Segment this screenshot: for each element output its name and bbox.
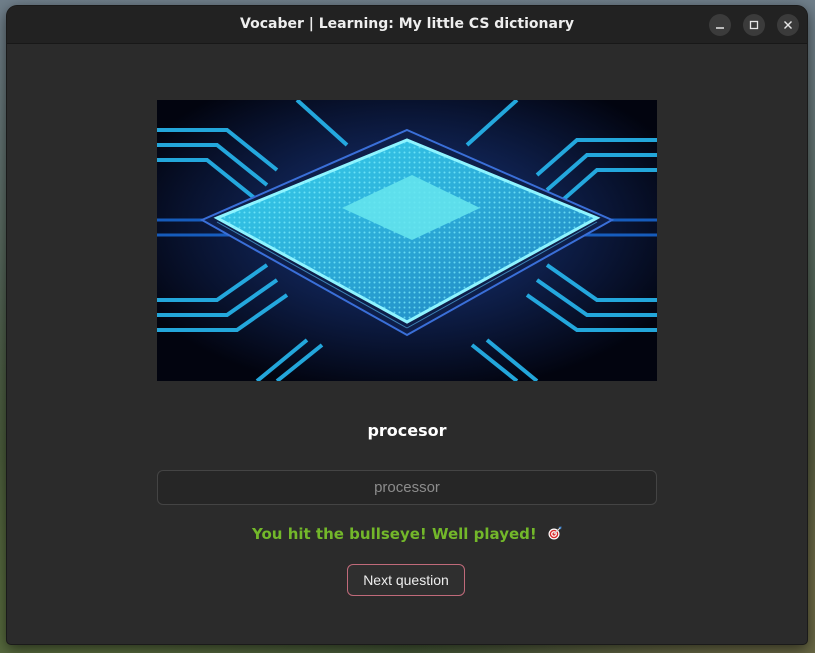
- quiz-content: procesor You hit the bullseye! Well play…: [7, 44, 807, 644]
- window-title: Vocaber | Learning: My little CS diction…: [240, 16, 574, 32]
- titlebar[interactable]: Vocaber | Learning: My little CS diction…: [7, 6, 807, 44]
- close-icon: [784, 21, 792, 29]
- minimize-button[interactable]: [709, 14, 731, 36]
- bullseye-emoji: [548, 526, 562, 540]
- feedback-message: You hit the bullseye! Well played!: [7, 525, 807, 543]
- close-button[interactable]: [777, 14, 799, 36]
- minimize-icon: [716, 27, 724, 29]
- maximize-button[interactable]: [743, 14, 765, 36]
- answer-input[interactable]: [157, 470, 657, 505]
- vocabulary-word: procesor: [367, 421, 447, 440]
- feedback-text: You hit the bullseye! Well played!: [252, 525, 537, 543]
- next-question-button[interactable]: Next question: [347, 564, 465, 596]
- app-window: Vocaber | Learning: My little CS diction…: [7, 6, 807, 644]
- cpu-chip-image: [157, 100, 657, 381]
- maximize-icon: [749, 20, 759, 30]
